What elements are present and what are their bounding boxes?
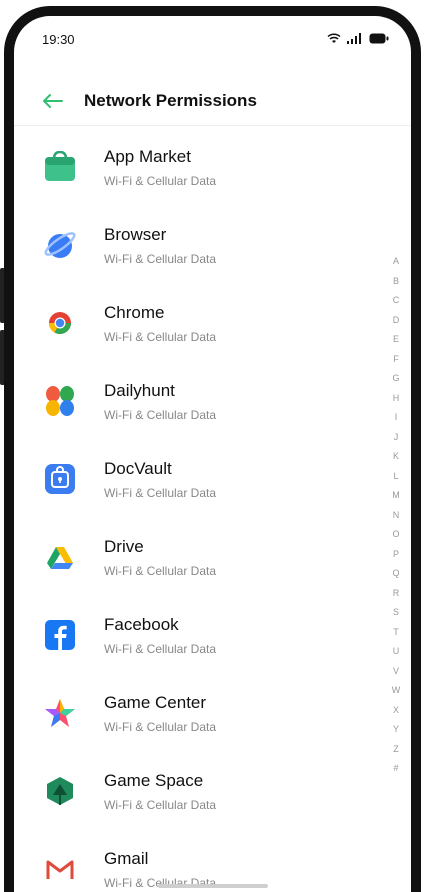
game-space-icon bbox=[44, 775, 76, 807]
list-item-docvault[interactable]: DocVault Wi-Fi & Cellular Data bbox=[14, 440, 411, 518]
browser-icon bbox=[44, 229, 76, 261]
alphabet-index-letter[interactable]: Z bbox=[393, 740, 399, 760]
app-subtitle: Wi-Fi & Cellular Data bbox=[104, 720, 217, 734]
alphabet-index-letter[interactable]: # bbox=[393, 759, 398, 779]
app-name: Drive bbox=[104, 537, 144, 556]
alphabet-index-letter[interactable]: G bbox=[392, 369, 399, 389]
arrow-left-icon[interactable] bbox=[38, 86, 68, 116]
alphabet-index-letter[interactable]: M bbox=[392, 486, 400, 506]
alphabet-index-letter[interactable]: P bbox=[393, 545, 399, 565]
list-item-game-center[interactable]: Game Center Wi-Fi & Cellular Data bbox=[14, 674, 411, 752]
home-indicator[interactable] bbox=[157, 884, 268, 888]
status-icons bbox=[327, 32, 389, 47]
alphabet-index-letter[interactable]: Y bbox=[393, 720, 399, 740]
app-list: App Market Wi-Fi & Cellular Data Browser… bbox=[14, 128, 411, 892]
docvault-icon bbox=[44, 463, 76, 495]
alphabet-index-letter[interactable]: V bbox=[393, 662, 399, 682]
phone-screen: 19:30 Network Permissions App Market Wi-… bbox=[4, 6, 421, 892]
wifi-icon bbox=[327, 32, 341, 47]
list-item-app-market[interactable]: App Market Wi-Fi & Cellular Data bbox=[14, 128, 411, 206]
app-name: Gmail bbox=[104, 849, 149, 868]
alphabet-index-letter[interactable]: L bbox=[393, 467, 398, 487]
list-item-game-space[interactable]: Game Space Wi-Fi & Cellular Data bbox=[14, 752, 411, 830]
alphabet-index-letter[interactable]: D bbox=[393, 311, 400, 331]
alphabet-index-letter[interactable]: W bbox=[392, 681, 401, 701]
alphabet-index-letter[interactable]: S bbox=[393, 603, 399, 623]
app-name: DocVault bbox=[104, 459, 172, 478]
app-market-icon bbox=[44, 151, 76, 183]
alphabet-index-letter[interactable]: R bbox=[393, 584, 400, 604]
app-name: Dailyhunt bbox=[104, 381, 175, 400]
page-header: Network Permissions bbox=[14, 76, 411, 126]
app-subtitle: Wi-Fi & Cellular Data bbox=[104, 564, 217, 578]
alphabet-index-letter[interactable]: H bbox=[393, 389, 400, 409]
alphabet-index[interactable]: A B C D E F G H I J K L M N O P Q R S T U V W X Y Z # bbox=[390, 252, 402, 779]
app-subtitle: Wi-Fi & Cellular Data bbox=[104, 798, 217, 812]
app-subtitle: Wi-Fi & Cellular Data bbox=[104, 408, 217, 422]
signal-icon bbox=[347, 32, 363, 47]
app-name: Game Center bbox=[104, 693, 207, 712]
drive-icon bbox=[44, 541, 76, 573]
app-subtitle: Wi-Fi & Cellular Data bbox=[104, 486, 217, 500]
status-time: 19:30 bbox=[42, 31, 75, 47]
app-subtitle: Wi-Fi & Cellular Data bbox=[104, 252, 217, 266]
alphabet-index-letter[interactable]: T bbox=[393, 623, 399, 643]
alphabet-index-letter[interactable]: B bbox=[393, 272, 399, 292]
app-name: Game Space bbox=[104, 771, 204, 790]
alphabet-index-letter[interactable]: F bbox=[393, 350, 399, 370]
chrome-icon bbox=[44, 307, 76, 339]
app-name: Chrome bbox=[104, 303, 165, 322]
list-item-gmail[interactable]: Gmail Wi-Fi & Cellular Data bbox=[14, 830, 411, 892]
gmail-icon bbox=[44, 853, 76, 885]
alphabet-index-letter[interactable]: J bbox=[394, 428, 399, 448]
dailyhunt-icon bbox=[44, 385, 76, 417]
app-name: Browser bbox=[104, 225, 167, 244]
alphabet-index-letter[interactable]: O bbox=[392, 525, 399, 545]
page-title: Network Permissions bbox=[84, 90, 257, 110]
list-item-drive[interactable]: Drive Wi-Fi & Cellular Data bbox=[14, 518, 411, 596]
alphabet-index-letter[interactable]: I bbox=[395, 408, 398, 428]
battery-icon bbox=[369, 32, 389, 47]
status-bar: 19:30 bbox=[14, 16, 411, 56]
list-item-browser[interactable]: Browser Wi-Fi & Cellular Data bbox=[14, 206, 411, 284]
alphabet-index-letter[interactable]: U bbox=[393, 642, 400, 662]
app-subtitle: Wi-Fi & Cellular Data bbox=[104, 174, 217, 188]
list-item-chrome[interactable]: Chrome Wi-Fi & Cellular Data bbox=[14, 284, 411, 362]
facebook-icon bbox=[44, 619, 76, 651]
app-name: Facebook bbox=[104, 615, 179, 634]
alphabet-index-letter[interactable]: Q bbox=[392, 564, 399, 584]
app-subtitle: Wi-Fi & Cellular Data bbox=[104, 330, 217, 344]
app-name: App Market bbox=[104, 147, 191, 166]
list-item-facebook[interactable]: Facebook Wi-Fi & Cellular Data bbox=[14, 596, 411, 674]
alphabet-index-letter[interactable]: N bbox=[393, 506, 400, 526]
alphabet-index-letter[interactable]: A bbox=[393, 252, 399, 272]
alphabet-index-letter[interactable]: X bbox=[393, 701, 399, 721]
list-item-dailyhunt[interactable]: Dailyhunt Wi-Fi & Cellular Data bbox=[14, 362, 411, 440]
alphabet-index-letter[interactable]: K bbox=[393, 447, 399, 467]
game-center-icon bbox=[44, 697, 76, 729]
alphabet-index-letter[interactable]: C bbox=[393, 291, 400, 311]
app-subtitle: Wi-Fi & Cellular Data bbox=[104, 642, 217, 656]
alphabet-index-letter[interactable]: E bbox=[393, 330, 399, 350]
